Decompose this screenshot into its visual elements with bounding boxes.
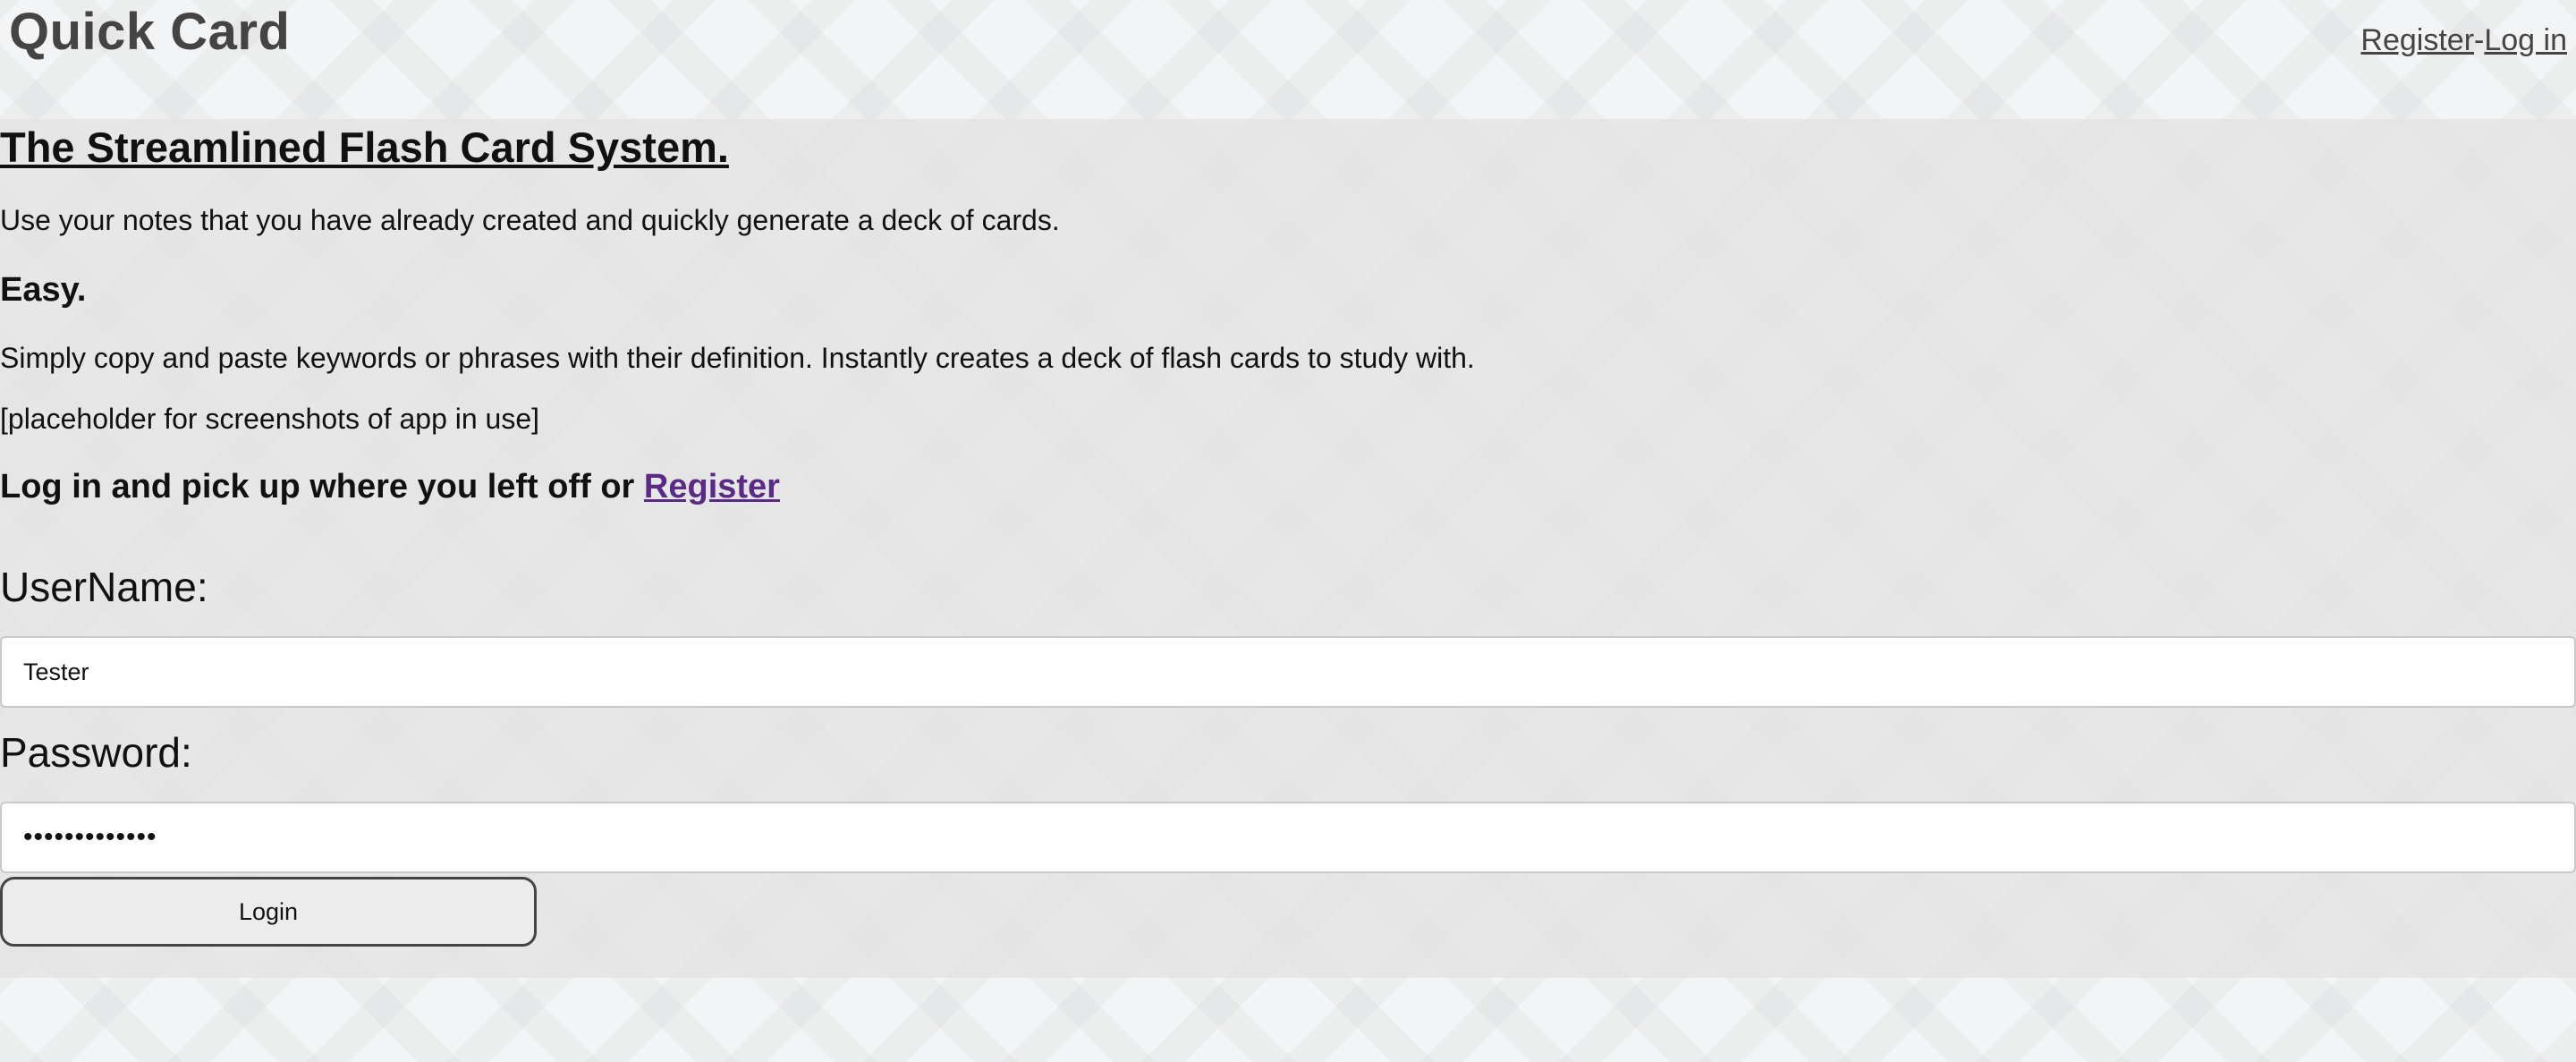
password-input[interactable]	[0, 802, 2576, 873]
site-title: Quick Card	[9, 3, 291, 61]
login-prompt-text: Log in and pick up where you left off or	[0, 468, 644, 506]
intro-text: Use your notes that you have already cre…	[0, 204, 1060, 236]
easy-heading: Easy.	[0, 271, 87, 309]
nav-separator: -	[2474, 23, 2485, 57]
register-cta-link[interactable]: Register	[644, 468, 780, 506]
easy-text: Simply copy and paste keywords or phrase…	[0, 342, 1475, 374]
login-prompt: Log in and pick up where you left off or…	[0, 468, 780, 506]
username-input[interactable]	[0, 636, 2576, 708]
login-button[interactable]: Login	[0, 877, 537, 947]
username-label: UserName:	[0, 564, 208, 610]
register-link[interactable]: Register	[2360, 23, 2474, 57]
screenshot-placeholder: [placeholder for screenshots of app in u…	[0, 403, 540, 435]
login-link[interactable]: Log in	[2484, 23, 2567, 57]
headline: The Streamlined Flash Card System.	[0, 123, 729, 171]
password-label: Password:	[0, 729, 192, 776]
main-panel: The Streamlined Flash Card System. Use y…	[0, 119, 2576, 978]
top-nav: Register-Log in	[2360, 23, 2567, 58]
